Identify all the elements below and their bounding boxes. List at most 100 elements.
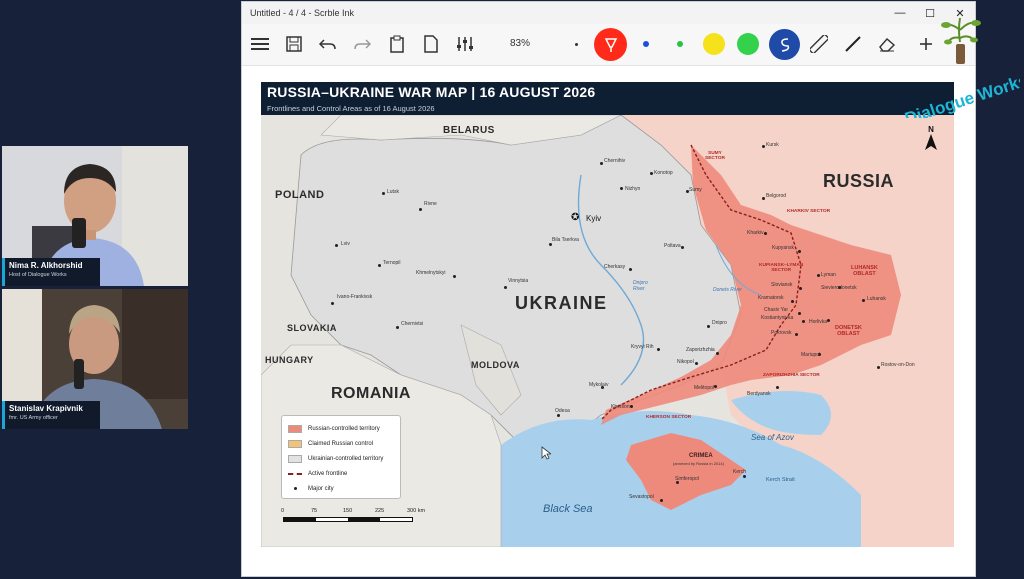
city-dot bbox=[657, 348, 660, 351]
undo-icon[interactable] bbox=[316, 32, 340, 56]
line-icon[interactable] bbox=[841, 32, 865, 56]
legend-label: Claimed Russian control bbox=[308, 440, 374, 447]
city-dot bbox=[714, 385, 717, 388]
city-label: Rivne bbox=[424, 201, 437, 207]
city-label: Kostiantynivka bbox=[761, 315, 794, 321]
city-label: Kherson bbox=[611, 404, 630, 410]
legend-item: Ukrainian-controlled territory bbox=[288, 451, 394, 466]
city-label: Belgorod bbox=[766, 193, 787, 199]
city-label: Lutsk bbox=[387, 189, 399, 195]
city-label: Mariupol bbox=[801, 352, 821, 358]
scale-label: 150 bbox=[343, 508, 353, 514]
color-yellow[interactable] bbox=[703, 33, 725, 55]
city-dot bbox=[716, 352, 719, 355]
legend-label: Russian-controlled territory bbox=[308, 425, 380, 432]
legend-label: Active frontline bbox=[308, 470, 348, 477]
legend-item: Active frontline bbox=[288, 466, 394, 481]
city-label: Lviv bbox=[341, 241, 350, 247]
scale-bar bbox=[283, 517, 413, 522]
city-dot bbox=[600, 162, 603, 165]
guest-role: fmr. US Army officer bbox=[9, 415, 58, 421]
city-label: Horlivka bbox=[809, 319, 828, 325]
city-label: Rostov-on-Don bbox=[881, 362, 915, 368]
city-dot bbox=[419, 208, 422, 211]
legend-item: Claimed Russian control bbox=[288, 436, 394, 451]
city-label: Sievierodonetsk bbox=[821, 285, 857, 291]
label-ukraine: UKRAINE bbox=[515, 293, 608, 313]
host-name: Nima R. Alkhorshid bbox=[9, 261, 83, 270]
city-label: Odesa bbox=[555, 408, 570, 414]
logo-text: Dialogue Works bbox=[902, 71, 1020, 118]
city-dot bbox=[695, 362, 698, 365]
city-dot bbox=[382, 192, 385, 195]
city-dot bbox=[817, 274, 820, 277]
video-tile-host: Nima R. Alkhorshid Host of Dialogue Work… bbox=[2, 146, 188, 286]
city-dot bbox=[799, 287, 802, 290]
label-luhansk-oblast: LUHANSK OBLAST bbox=[851, 265, 878, 277]
city-label: Melitopol bbox=[694, 385, 715, 391]
host-role: Host of Dialogue Works bbox=[9, 272, 67, 278]
war-map: BELARUS RUSSIA POLAND UKRAINE SLOVAKIA H… bbox=[261, 115, 954, 547]
color-green[interactable] bbox=[677, 41, 683, 47]
canvas-page[interactable]: RUSSIA–UKRAINE WAR MAP | 16 AUGUST 2026 … bbox=[261, 82, 954, 547]
city-label: Mykolaiv bbox=[589, 382, 609, 388]
city-dot bbox=[743, 475, 746, 478]
city-dot bbox=[795, 333, 798, 336]
save-icon[interactable] bbox=[282, 32, 306, 56]
city-label: Chernihiv bbox=[604, 158, 626, 164]
pen-size-small[interactable] bbox=[575, 43, 578, 46]
toolbar: 83% bbox=[242, 24, 975, 66]
label-kyiv: Kyiv bbox=[586, 214, 602, 223]
eraser-icon[interactable] bbox=[875, 32, 899, 56]
city-label: Dnipro bbox=[712, 320, 727, 326]
city-label: Sumy bbox=[689, 187, 702, 193]
dialogue-works-logo: Dialogue Works bbox=[902, 17, 1020, 118]
pen-icon[interactable] bbox=[769, 29, 800, 60]
ruler-icon[interactable] bbox=[807, 32, 831, 56]
label-hungary: HUNGARY bbox=[265, 355, 314, 365]
menu-icon[interactable] bbox=[248, 32, 272, 56]
map-legend: Russian-controlled territory Claimed Rus… bbox=[281, 415, 401, 499]
city-label: Chernivtsi bbox=[401, 321, 424, 327]
city-label: Cherkasy bbox=[604, 264, 626, 270]
city-dot bbox=[707, 325, 710, 328]
app-window: Untitled - 4 / 4 - Scrble Ink — ☐ ✕ 83% bbox=[241, 1, 976, 577]
city-dot bbox=[827, 319, 830, 322]
city-dot bbox=[629, 268, 632, 271]
color-blue[interactable] bbox=[643, 41, 649, 47]
legend-swatch bbox=[288, 424, 302, 433]
sliders-icon[interactable] bbox=[453, 32, 477, 56]
city-label: Kupyansk bbox=[772, 245, 794, 251]
color-bright-green[interactable] bbox=[737, 33, 759, 55]
redo-icon[interactable] bbox=[350, 32, 374, 56]
label-dnipro-river: Dnipro River bbox=[633, 280, 648, 292]
legend-swatch bbox=[288, 485, 302, 493]
scale-label: 225 bbox=[375, 508, 385, 514]
kyiv-capital-icon: ✪ bbox=[571, 212, 580, 223]
label-crimea: CRIMEA bbox=[689, 453, 713, 459]
page-icon[interactable] bbox=[419, 32, 443, 56]
city-dot bbox=[630, 405, 633, 408]
legend-item: Russian-controlled territory bbox=[288, 421, 394, 436]
clipboard-icon[interactable] bbox=[385, 32, 409, 56]
label-belarus: BELARUS bbox=[443, 125, 495, 136]
label-slovakia: SLOVAKIA bbox=[287, 323, 337, 333]
legend-swatch bbox=[288, 454, 302, 463]
label-crimea-note: (annexed by Russia in 2014) bbox=[673, 461, 724, 466]
map-header: RUSSIA–UKRAINE WAR MAP | 16 AUGUST 2026 … bbox=[261, 82, 954, 115]
city-label: Kerch bbox=[733, 469, 747, 475]
highlighter-icon[interactable] bbox=[594, 28, 627, 61]
legend-item: Major city bbox=[288, 481, 394, 496]
city-dot bbox=[776, 386, 779, 389]
city-label: Zaporizhzhia bbox=[686, 347, 715, 353]
label-kerch-strait: Kerch Strait bbox=[766, 477, 795, 483]
city-dot bbox=[862, 299, 865, 302]
guest-nameplate: Stanislav Krapivnik fmr. US Army officer bbox=[2, 401, 100, 429]
city-dot bbox=[335, 244, 338, 247]
city-dot bbox=[877, 366, 880, 369]
north-arrow-icon bbox=[925, 134, 937, 150]
label-sumy-sector: SUMY SECTOR bbox=[705, 151, 725, 161]
city-label: Vinnytsia bbox=[508, 278, 529, 284]
zoom-level[interactable]: 83% bbox=[510, 38, 530, 49]
city-dot bbox=[331, 302, 334, 305]
